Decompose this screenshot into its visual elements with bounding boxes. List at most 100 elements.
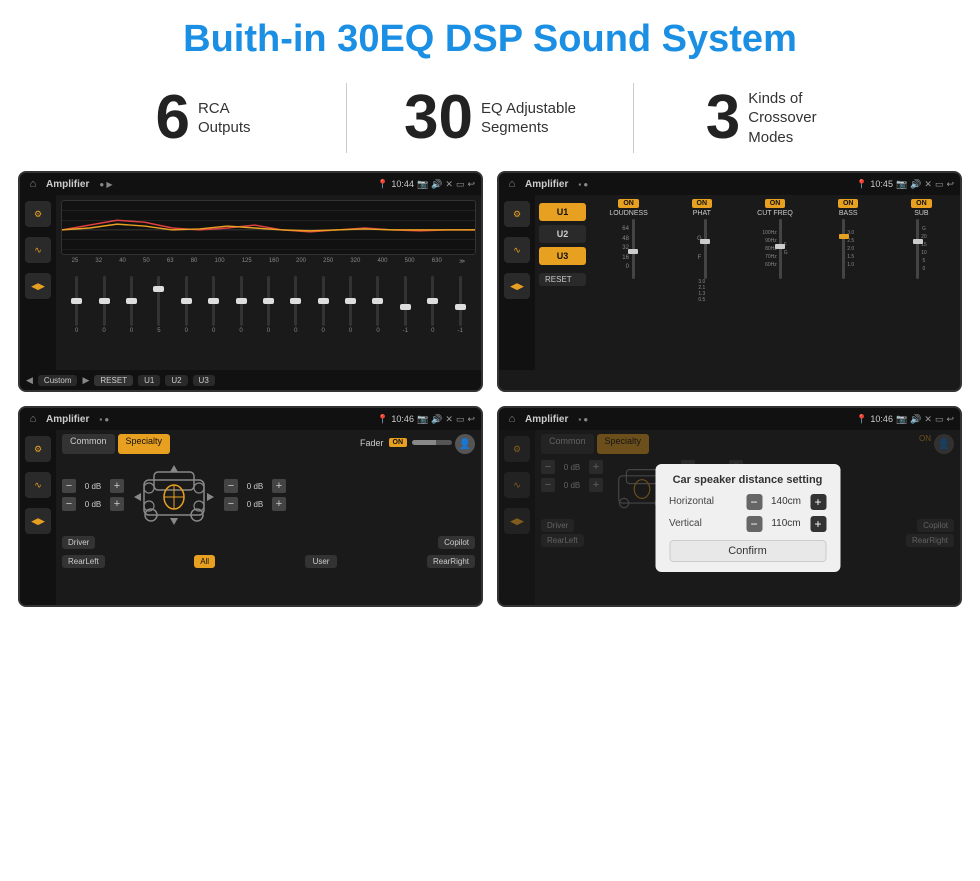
screen2-status-icons: 📍 10:45 📷 🔊 ✕ ▭ ↩ [856,179,954,190]
screen2-volume-icon: 🔊 [910,179,921,190]
vol-rr-plus[interactable]: + [272,497,286,511]
speaker-bottom-row: Driver Copilot [62,536,475,549]
rearleft-btn[interactable]: RearLeft [62,555,105,568]
vol-rr-minus[interactable]: − [224,497,238,511]
mode-u1-btn[interactable]: U1 [539,203,586,221]
screen3-camera-icon: 📷 [417,414,428,425]
speaker-main: Common Specialty Fader ON 👤 − [56,430,481,605]
stat-crossover-number: 3 [706,87,740,149]
rearright-btn[interactable]: RearRight [427,555,475,568]
screen3-back-icon[interactable]: ↩ [467,414,475,425]
screen1-back-icon[interactable]: ↩ [467,179,475,190]
vol-rl-plus[interactable]: + [110,497,124,511]
screen2-back-icon[interactable]: ↩ [946,179,954,190]
screen2-camera-icon: 📷 [896,179,907,190]
fader-slider[interactable] [412,440,452,445]
bass-on-btn[interactable]: ON [838,199,859,208]
mode-u3-btn[interactable]: U3 [539,247,586,265]
eq-graph [61,200,476,255]
fader-on-badge[interactable]: ON [389,438,408,447]
screen4-title: Amplifier [525,414,568,425]
mode-mixer-btn[interactable]: ⚙ [504,201,530,227]
speaker-vol-btn[interactable]: ◀▶ [25,508,51,534]
mode-vol-btn[interactable]: ◀▶ [504,273,530,299]
loudness-on-btn[interactable]: ON [618,199,639,208]
vol-fr-minus[interactable]: − [224,479,238,493]
vol-fl-plus[interactable]: + [110,479,124,493]
vol-row-rr: − 0 dB + [224,497,286,511]
copilot-btn[interactable]: Copilot [438,536,475,549]
stat-rca-number: 6 [155,87,189,149]
confirm-button[interactable]: Confirm [669,540,826,562]
eq-wave-btn[interactable]: ∿ [25,237,51,263]
eq-slider-12: -1 [398,276,412,334]
screen3-statusbar: ⌂ Amplifier ▪ ● 📍 10:46 📷 🔊 ✕ ▭ ↩ [20,408,481,430]
screen4-home-icon[interactable]: ⌂ [505,412,519,426]
sub-on-btn[interactable]: ON [911,199,932,208]
eq-mixer-btn[interactable]: ⚙ [25,201,51,227]
speaker-side-controls: ⚙ ∿ ◀▶ [20,430,56,605]
screen4-back-icon[interactable]: ↩ [946,414,954,425]
cutfreq-on-btn[interactable]: ON [765,199,786,208]
eq-slider-14: -1 [453,276,467,334]
specialty-tab[interactable]: Specialty [118,434,171,454]
screen1-statusbar: ⌂ Amplifier ● ▶ 📍 10:44 📷 🔊 ✕ ▭ ↩ [20,173,481,195]
vertical-minus-btn[interactable]: − [746,516,762,532]
eq-u1-btn[interactable]: U1 [138,375,160,386]
screen4-volume-icon: 🔊 [910,414,921,425]
speaker-mixer-btn[interactable]: ⚙ [25,436,51,462]
screen1-eq: ⌂ Amplifier ● ▶ 📍 10:44 📷 🔊 ✕ ▭ ↩ ⚙ ∿ ◀▶ [18,171,483,392]
user-btn[interactable]: User [305,555,338,568]
eq-slider-11: 0 [371,276,385,334]
phat-label: PHAT [693,210,711,217]
stat-rca: 6 RCAOutputs [60,87,346,149]
vertical-controls: − 110cm + [746,516,826,532]
screen2-time: 10:45 [870,179,893,189]
mode-reset-btn[interactable]: RESET [539,273,586,286]
screen2-rect-icon: ▭ [935,179,944,190]
driver-btn[interactable]: Driver [62,536,95,549]
profile-icon[interactable]: 👤 [455,434,475,454]
screens-grid: ⌂ Amplifier ● ▶ 📍 10:44 📷 🔊 ✕ ▭ ↩ ⚙ ∿ ◀▶ [0,171,980,617]
mode-knobs-row: ON LOUDNESS 644832160 ON PHAT GF [594,199,956,303]
vertical-plus-btn[interactable]: + [810,516,826,532]
screen4-location-icon: 📍 [856,414,867,425]
screen3-speaker: ⌂ Amplifier ▪ ● 📍 10:46 📷 🔊 ✕ ▭ ↩ ⚙ ∿ ◀▶ [18,406,483,607]
vertical-row: Vertical − 110cm + [669,516,826,532]
screen3-indicators: ▪ ● [99,415,109,424]
screen1-status-icons: 📍 10:44 📷 🔊 ✕ ▭ ↩ [377,179,475,190]
eq-prev-btn[interactable]: ◀ [26,375,33,386]
screen1-x-icon: ✕ [445,179,453,190]
common-tab[interactable]: Common [62,434,115,454]
eq-reset-btn[interactable]: RESET [94,375,133,386]
mode-wave-btn[interactable]: ∿ [504,237,530,263]
eq-u2-btn[interactable]: U2 [165,375,187,386]
vol-fr-plus[interactable]: + [272,479,286,493]
speaker-wave-btn[interactable]: ∿ [25,472,51,498]
knob-loudness: ON LOUDNESS 644832160 [594,199,663,279]
eq-u3-btn[interactable]: U3 [193,375,215,386]
eq-slider-13: 0 [426,276,440,334]
home-icon[interactable]: ⌂ [26,177,40,191]
screen2-home-icon[interactable]: ⌂ [505,177,519,191]
mode-u2-btn[interactable]: U2 [539,225,586,243]
knob-cutfreq: ON CUT FREQ 100Hz90Hz80Hz70Hz60Hz FG [740,199,809,279]
eq-freq-labels: 2532405063 80100125160200 25032040050063… [61,258,476,265]
eq-next-btn[interactable]: ▶ [82,375,89,386]
knob-phat: ON PHAT GF 3.02.11.30.5 [667,199,736,303]
eq-slider-3: 5 [152,276,166,334]
all-btn[interactable]: All [194,555,215,568]
screen3-rect-icon: ▭ [456,414,465,425]
horizontal-plus-btn[interactable]: + [810,494,826,510]
horizontal-minus-btn[interactable]: − [746,494,762,510]
screen3-home-icon[interactable]: ⌂ [26,412,40,426]
eq-custom-btn[interactable]: Custom [38,375,78,386]
phat-on-btn[interactable]: ON [692,199,713,208]
eq-slider-4: 0 [179,276,193,334]
vol-rl-minus[interactable]: − [62,497,76,511]
vol-fl-minus[interactable]: − [62,479,76,493]
vertical-value: 110cm [766,518,806,529]
eq-vol-btn[interactable]: ◀▶ [25,273,51,299]
camera-icon: 📷 [417,179,428,190]
screen4-rect-icon: ▭ [935,414,944,425]
